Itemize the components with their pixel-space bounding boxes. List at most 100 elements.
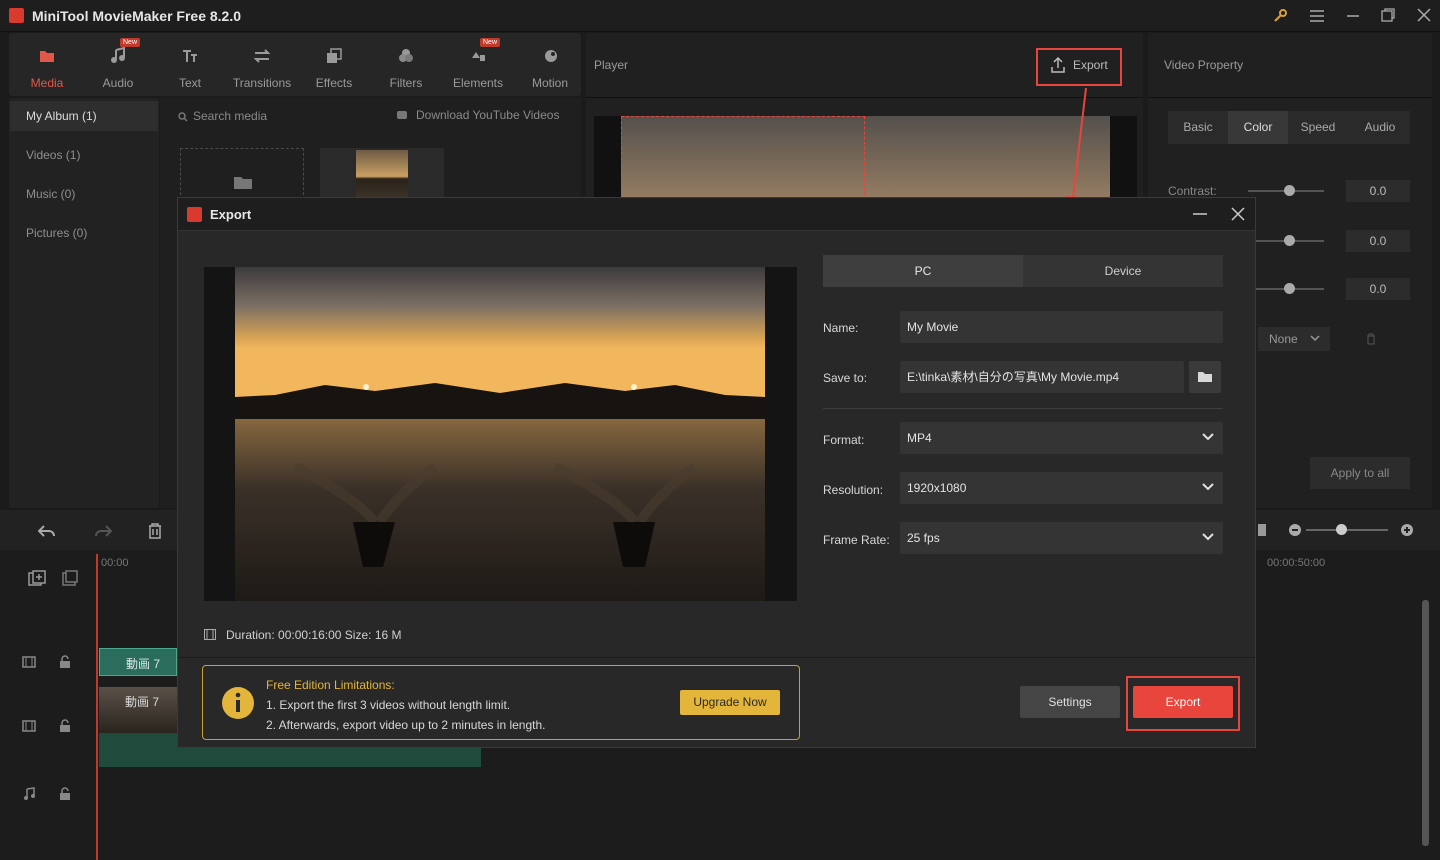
album-item-pictures[interactable]: Pictures (0) bbox=[26, 226, 87, 240]
video-clip-label: 動画 7 bbox=[125, 695, 160, 709]
upgrade-now-button[interactable]: Upgrade Now bbox=[680, 690, 780, 715]
add-track-icon[interactable] bbox=[28, 570, 46, 586]
tab-effects-label: Effects bbox=[315, 76, 353, 90]
search-icon bbox=[178, 112, 188, 122]
album-item-music[interactable]: Music (0) bbox=[26, 187, 75, 201]
tab-basic[interactable]: Basic bbox=[1168, 111, 1228, 144]
timeline-scrollbar[interactable] bbox=[1422, 600, 1429, 846]
download-youtube-link[interactable]: Download YouTube Videos bbox=[416, 108, 559, 122]
video-track-icon bbox=[22, 656, 36, 668]
key-icon[interactable] bbox=[1272, 8, 1288, 24]
tab-audio-label: Audio bbox=[102, 76, 134, 90]
close-window-icon[interactable] bbox=[1417, 8, 1431, 22]
dialog-title: Export bbox=[210, 207, 252, 222]
tab-filters[interactable]: Filters bbox=[370, 33, 442, 96]
redo-icon[interactable] bbox=[94, 524, 112, 538]
search-input[interactable]: Search media bbox=[193, 109, 267, 123]
zoom-out-icon[interactable] bbox=[1288, 523, 1302, 537]
browse-folder-button[interactable] bbox=[1189, 361, 1221, 393]
format-label: Format: bbox=[823, 433, 865, 447]
restore-icon[interactable] bbox=[1381, 8, 1395, 22]
video-clip[interactable]: 動画 7 bbox=[99, 687, 177, 733]
lock-icon[interactable] bbox=[59, 655, 71, 668]
clip-element[interactable]: 動画 7 bbox=[99, 648, 177, 676]
apply-to-all-button[interactable]: Apply to all bbox=[1310, 457, 1410, 489]
time-end: 00:00:50:00 bbox=[1267, 557, 1326, 569]
limitations-title: Free Edition Limitations: bbox=[266, 678, 395, 692]
video-track-icon bbox=[22, 720, 36, 732]
trash-icon[interactable] bbox=[1366, 333, 1376, 345]
app-logo-icon bbox=[9, 8, 24, 23]
tab-elements[interactable]: New Elements bbox=[442, 33, 514, 96]
preset-value: None bbox=[1269, 332, 1298, 346]
album-item-my-album[interactable]: My Album (1) bbox=[26, 109, 97, 123]
tab-audio[interactable]: New Audio bbox=[82, 33, 154, 96]
saturation-slider[interactable] bbox=[1248, 235, 1324, 246]
lock-icon[interactable] bbox=[59, 787, 71, 800]
size-value: 16 M bbox=[374, 628, 402, 642]
elements-icon bbox=[468, 46, 488, 66]
preset-select[interactable]: None bbox=[1258, 327, 1330, 351]
crop-guide bbox=[621, 116, 865, 206]
tab-device[interactable]: Device bbox=[1023, 255, 1223, 287]
export-highlight-box bbox=[1036, 48, 1122, 86]
tab-media-label: Media bbox=[30, 76, 64, 90]
tab-media[interactable]: Media bbox=[11, 33, 83, 96]
tab-motion[interactable]: Motion bbox=[514, 33, 586, 96]
saturation-value[interactable]: 0.0 bbox=[1346, 230, 1410, 252]
resolution-value: 1920x1080 bbox=[907, 481, 967, 495]
tab-speed[interactable]: Speed bbox=[1288, 111, 1348, 144]
tab-transitions-label: Transitions bbox=[232, 76, 292, 90]
time-start: 00:00 bbox=[101, 557, 129, 569]
minimize-icon[interactable] bbox=[1346, 9, 1360, 23]
app-title: MiniTool MovieMaker Free 8.2.0 bbox=[32, 8, 242, 24]
media-thumbnail[interactable] bbox=[320, 148, 444, 200]
save-path-input[interactable]: E:\tinka\素材\自分の写真\My Movie.mp4 bbox=[900, 361, 1184, 393]
chevron-down-icon bbox=[1202, 433, 1214, 441]
zoom-slider[interactable] bbox=[1306, 524, 1388, 535]
contrast-slider[interactable] bbox=[1248, 185, 1324, 196]
tab-transitions[interactable]: Transitions bbox=[226, 33, 298, 96]
album-item-videos[interactable]: Videos (1) bbox=[26, 148, 80, 162]
chevron-down-icon bbox=[1202, 483, 1214, 491]
format-value: MP4 bbox=[907, 431, 932, 445]
name-input[interactable]: My Movie bbox=[900, 311, 1223, 343]
zoom-in-icon[interactable] bbox=[1400, 523, 1414, 537]
lock-icon[interactable] bbox=[59, 719, 71, 732]
dialog-minimize-icon[interactable] bbox=[1193, 213, 1207, 215]
delete-icon[interactable] bbox=[148, 523, 162, 539]
motion-icon bbox=[540, 46, 560, 66]
effects-icon bbox=[324, 46, 344, 66]
tab-effects[interactable]: Effects bbox=[298, 33, 370, 96]
resolution-select[interactable]: 1920x1080 bbox=[900, 472, 1223, 504]
text-icon bbox=[180, 46, 200, 66]
brightness-value[interactable]: 0.0 bbox=[1346, 278, 1410, 300]
playhead[interactable] bbox=[96, 554, 98, 860]
limitations-notice: Free Edition Limitations: 1. Export the … bbox=[202, 665, 800, 740]
import-media-box[interactable] bbox=[180, 148, 304, 200]
settings-button[interactable]: Settings bbox=[1020, 686, 1120, 718]
menu-icon[interactable] bbox=[1309, 9, 1325, 23]
export-button-highlight bbox=[1126, 676, 1240, 731]
limitations-line-1: 1. Export the first 3 videos without len… bbox=[266, 698, 511, 712]
contrast-value[interactable]: 0.0 bbox=[1346, 180, 1410, 202]
download-icon bbox=[396, 109, 408, 121]
contrast-label: Contrast: bbox=[1168, 184, 1217, 198]
undo-icon[interactable] bbox=[38, 524, 56, 538]
tab-text-label: Text bbox=[178, 76, 201, 90]
name-label: Name: bbox=[823, 321, 859, 335]
tab-text[interactable]: Text bbox=[154, 33, 226, 96]
info-icon bbox=[222, 687, 254, 719]
duration-label: Duration: bbox=[226, 628, 275, 642]
zoom-fit-icon[interactable] bbox=[1258, 524, 1266, 536]
tab-prop-audio[interactable]: Audio bbox=[1350, 111, 1410, 144]
tab-color[interactable]: Color bbox=[1228, 111, 1288, 144]
brightness-slider[interactable] bbox=[1248, 283, 1324, 294]
transitions-icon bbox=[252, 46, 272, 66]
dialog-close-icon[interactable] bbox=[1231, 207, 1245, 221]
remove-track-icon[interactable] bbox=[62, 570, 78, 586]
frame-rate-select[interactable]: 25 fps bbox=[900, 522, 1223, 554]
music-note-icon bbox=[108, 46, 128, 66]
format-select[interactable]: MP4 bbox=[900, 422, 1223, 454]
tab-pc[interactable]: PC bbox=[823, 255, 1023, 287]
